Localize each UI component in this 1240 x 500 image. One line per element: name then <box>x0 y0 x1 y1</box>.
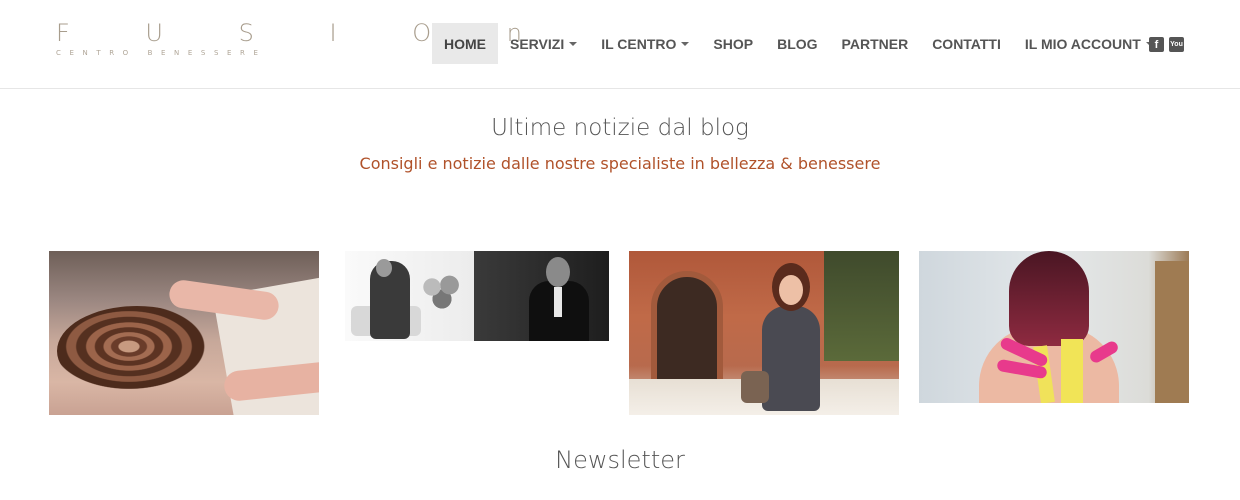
nav-label: HOME <box>444 35 486 52</box>
nav-item-home[interactable]: HOME <box>432 23 498 64</box>
nav-item-partner[interactable]: PARTNER <box>830 23 921 64</box>
nav-label: IL MIO ACCOUNT <box>1024 35 1141 52</box>
chocolate-swirl <box>57 306 217 396</box>
nav-label: BLOG <box>777 35 818 52</box>
blog-post-image-3[interactable] <box>629 251 899 415</box>
arched-door <box>651 271 723 396</box>
wooden-door <box>1155 261 1189 403</box>
nav-item-account[interactable]: IL MIO ACCOUNT <box>1013 23 1166 64</box>
hair <box>1009 251 1089 346</box>
shirt <box>554 287 562 317</box>
woman-head <box>376 259 392 277</box>
blog-post-image-2[interactable] <box>345 251 609 341</box>
nav-label: CONTATTI <box>932 35 1001 52</box>
foliage <box>824 251 899 361</box>
main-nav: HOME SERVIZI IL CENTRO SHOP BLOG PARTNER… <box>432 23 1166 64</box>
youtube-icon[interactable]: You <box>1169 37 1184 52</box>
nav-item-contatti[interactable]: CONTATTI <box>920 23 1013 64</box>
nav-item-servizi[interactable]: SERVIZI <box>498 23 589 64</box>
logo-wordmark: F U S I O n <box>56 19 556 47</box>
nav-item-il-centro[interactable]: IL CENTRO <box>589 23 701 64</box>
man-head <box>546 257 570 287</box>
photo-right-panel <box>474 251 609 341</box>
social-links: f You <box>1149 37 1184 52</box>
flowers <box>417 271 467 311</box>
yellow-tape <box>1061 339 1083 403</box>
nav-label: IL CENTRO <box>601 35 677 52</box>
nav-item-blog[interactable]: BLOG <box>765 23 829 64</box>
facebook-icon[interactable]: f <box>1149 37 1164 52</box>
bag <box>741 371 769 403</box>
woman-figure <box>762 306 820 411</box>
blog-post-image-1[interactable] <box>49 251 319 415</box>
blog-section-title: Ultime notizie dal blog <box>491 115 749 141</box>
logo-tagline: CENTRO BENESSERE <box>56 49 267 57</box>
blog-section-subtitle: Consigli e notizie dalle nostre speciali… <box>359 154 881 173</box>
nav-label: SERVIZI <box>510 35 565 52</box>
caret-down-icon <box>681 42 690 46</box>
caret-down-icon <box>569 42 578 46</box>
site-header: F U S I O n CENTRO BENESSERE HOME SERVIZ… <box>0 0 1240 89</box>
fusion-logo[interactable]: F U S I O n CENTRO BENESSERE <box>56 19 556 60</box>
face <box>779 275 803 305</box>
nav-item-shop[interactable]: SHOP <box>701 23 765 64</box>
blog-post-image-4[interactable] <box>919 251 1189 403</box>
photo-left-panel <box>345 251 474 341</box>
nav-label: SHOP <box>713 35 754 52</box>
newsletter-title: Newsletter <box>555 446 685 474</box>
nav-label: PARTNER <box>841 35 909 52</box>
